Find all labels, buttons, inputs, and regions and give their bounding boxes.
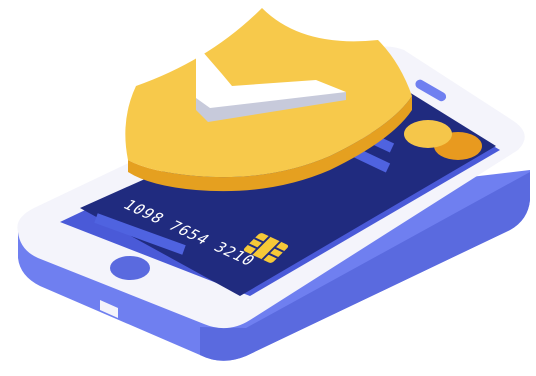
home-button bbox=[110, 256, 150, 280]
secure-payment-illustration: 1098 7654 3210 bbox=[17, 8, 530, 361]
card-circle-left bbox=[404, 120, 452, 148]
